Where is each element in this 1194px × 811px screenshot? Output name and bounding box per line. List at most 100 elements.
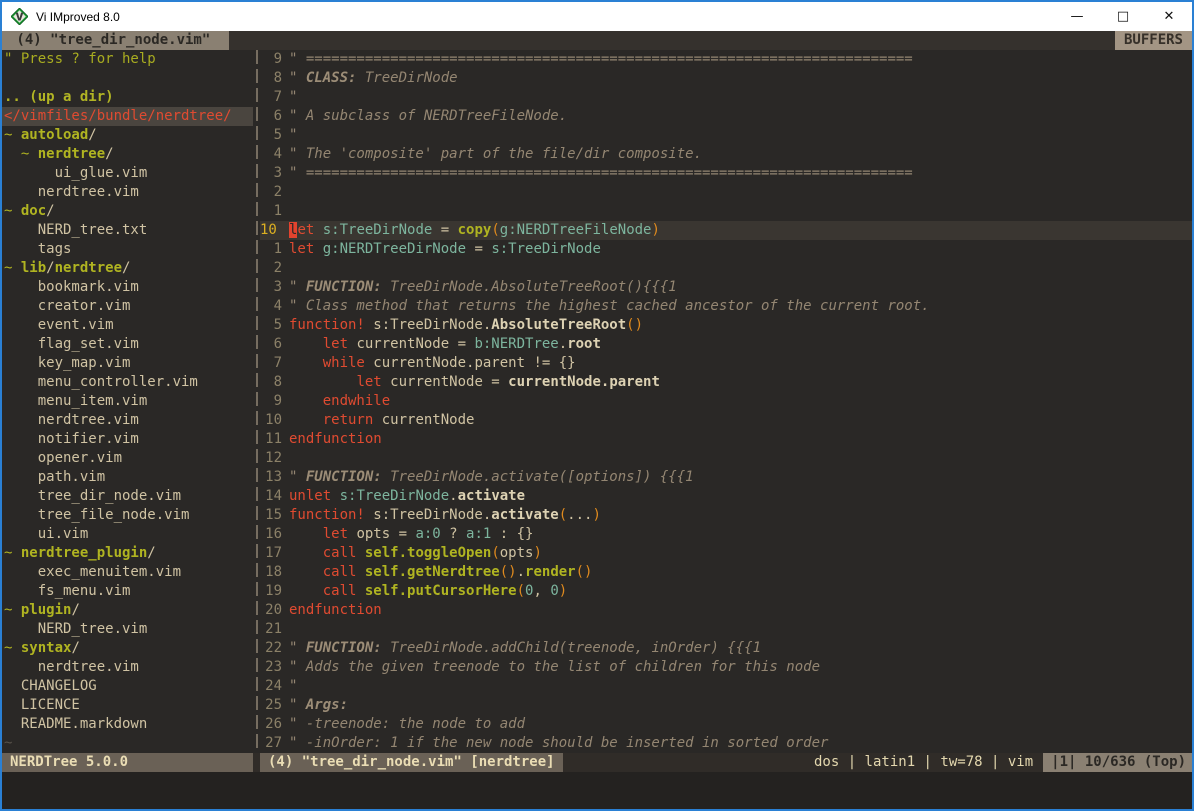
code-line[interactable]: 24" [260, 677, 1192, 696]
code-line[interactable]: 9" =====================================… [260, 50, 1192, 69]
code-line[interactable]: 9 endwhile [260, 392, 1192, 411]
tree-item[interactable]: ui.vim [2, 525, 253, 544]
tree-item[interactable]: nerdtree.vim [2, 411, 253, 430]
code-line[interactable]: 23" Adds the given treenode to the list … [260, 658, 1192, 677]
tree-item[interactable]: creator.vim [2, 297, 253, 316]
code-line[interactable]: 3" FUNCTION: TreeDirNode.AbsoluteTreeRoo… [260, 278, 1192, 297]
text-segment: nerdtree [55, 260, 122, 276]
code-line[interactable]: 14unlet s:TreeDirNode.activate [260, 487, 1192, 506]
tree-item[interactable]: tags [2, 240, 253, 259]
tree-item[interactable]: flag_set.vim [2, 335, 253, 354]
tree-item[interactable]: menu_controller.vim [2, 373, 253, 392]
code-line[interactable]: 4" The 'composite' part of the file/dir … [260, 145, 1192, 164]
tree-item[interactable]: ~ lib/nerdtree/ [2, 259, 253, 278]
maximize-button[interactable]: □ [1100, 2, 1146, 31]
code-line[interactable]: 6" A subclass of NERDTreeFileNode. [260, 107, 1192, 126]
tab-tree-dir-node[interactable]: (4) "tree_dir_node.vim" [2, 31, 229, 50]
command-line[interactable] [2, 772, 1192, 809]
relative-line-number: 24 [260, 677, 282, 696]
tree-item[interactable]: CHANGELOG [2, 677, 253, 696]
relative-line-number: 9 [260, 50, 282, 69]
text-segment: self.toggleOpen [365, 545, 491, 561]
text-segment: return [323, 412, 374, 428]
tree-item[interactable]: nerdtree.vim [2, 183, 253, 202]
code-line[interactable]: 15function! s:TreeDirNode.activate(...) [260, 506, 1192, 525]
tree-item[interactable]: NERD_tree.vim [2, 620, 253, 639]
text-segment: let [323, 336, 348, 352]
code-line[interactable]: 26" -treenode: the node to add [260, 715, 1192, 734]
tree-item[interactable]: notifier.vim [2, 430, 253, 449]
text-segment: / [105, 146, 113, 162]
text-segment: ~ [4, 735, 12, 751]
relative-line-number: 13 [260, 468, 282, 487]
text-segment: " Press ? for help [4, 51, 156, 67]
tree-item[interactable]: key_map.vim [2, 354, 253, 373]
tree-item[interactable]: bookmark.vim [2, 278, 253, 297]
tree-item[interactable]: </vimfiles/bundle/nerdtree/ [2, 107, 253, 126]
code-line[interactable]: 2 [260, 259, 1192, 278]
tree-item[interactable]: ui_glue.vim [2, 164, 253, 183]
code-line[interactable]: 10 return currentNode [260, 411, 1192, 430]
tree-item[interactable]: tree_dir_node.vim [2, 487, 253, 506]
code-line[interactable]: 20endfunction [260, 601, 1192, 620]
code-line[interactable]: 17 call self.toggleOpen(opts) [260, 544, 1192, 563]
tree-item[interactable]: exec_menuitem.vim [2, 563, 253, 582]
tree-item[interactable]: .. (up a dir) [2, 88, 253, 107]
tree-item[interactable]: README.markdown [2, 715, 253, 734]
code-line[interactable]: 10let s:TreeDirNode = copy(g:NERDTreeFil… [260, 221, 1192, 240]
text-segment [331, 488, 339, 504]
code-line[interactable]: 21 [260, 620, 1192, 639]
tree-item[interactable]: event.vim [2, 316, 253, 335]
code-line[interactable]: 7 while currentNode.parent != {} [260, 354, 1192, 373]
tree-item[interactable]: path.vim [2, 468, 253, 487]
code-line[interactable]: 11endfunction [260, 430, 1192, 449]
tree-item[interactable] [2, 69, 253, 88]
tree-item[interactable]: " Press ? for help [2, 50, 253, 69]
tree-item[interactable]: ~ nerdtree_plugin/ [2, 544, 253, 563]
code-line[interactable]: 2 [260, 183, 1192, 202]
title-bar[interactable]: Vi IMproved 8.0 — □ ✕ [2, 2, 1192, 31]
tree-item[interactable]: ~ [2, 734, 253, 753]
buffers-label[interactable]: BUFFERS [1115, 31, 1192, 50]
nerdtree-panel[interactable]: " Press ? for help .. (up a dir)</vimfile… [2, 50, 253, 753]
code-line[interactable]: 8" CLASS: TreeDirNode [260, 69, 1192, 88]
editor-buffer[interactable]: 9" =====================================… [260, 50, 1192, 753]
relative-line-number: 3 [260, 278, 282, 297]
tree-item[interactable]: nerdtree.vim [2, 658, 253, 677]
tree-item[interactable]: ~ nerdtree/ [2, 145, 253, 164]
code-line[interactable]: 19 call self.putCursorHere(0, 0) [260, 582, 1192, 601]
text-segment: CHANGELOG [4, 678, 97, 694]
code-line[interactable]: 8 let currentNode = currentNode.parent [260, 373, 1192, 392]
tree-item[interactable]: opener.vim [2, 449, 253, 468]
code-line[interactable]: 18 call self.getNerdtree().render() [260, 563, 1192, 582]
code-line[interactable]: 27" -inOrder: 1 if the new node should b… [260, 734, 1192, 753]
code-line[interactable]: 5" [260, 126, 1192, 145]
code-line[interactable]: 1 [260, 202, 1192, 221]
code-line[interactable]: 25" Args: [260, 696, 1192, 715]
code-line[interactable]: 6 let currentNode = b:NERDTree.root [260, 335, 1192, 354]
close-button[interactable]: ✕ [1146, 2, 1192, 31]
relative-line-number: 20 [260, 601, 282, 620]
minimize-button[interactable]: — [1054, 2, 1100, 31]
tree-item[interactable]: tree_file_node.vim [2, 506, 253, 525]
tree-item[interactable]: ~ plugin/ [2, 601, 253, 620]
tree-item[interactable]: NERD_tree.txt [2, 221, 253, 240]
code-line[interactable]: 12 [260, 449, 1192, 468]
text-segment: ~ [4, 640, 21, 656]
code-line[interactable]: 1let g:NERDTreeDirNode = s:TreeDirNode [260, 240, 1192, 259]
code-line[interactable]: 7" [260, 88, 1192, 107]
tree-item[interactable]: ~ syntax/ [2, 639, 253, 658]
tree-item[interactable]: ~ autoload/ [2, 126, 253, 145]
text-segment: / [88, 127, 96, 143]
code-line[interactable]: 4" Class method that returns the highest… [260, 297, 1192, 316]
code-line[interactable]: 22" FUNCTION: TreeDirNode.addChild(treen… [260, 639, 1192, 658]
code-line[interactable]: 5function! s:TreeDirNode.AbsoluteTreeRoo… [260, 316, 1192, 335]
code-line[interactable]: 16 let opts = a:0 ? a:1 : {} [260, 525, 1192, 544]
tree-item[interactable]: LICENCE [2, 696, 253, 715]
tree-item[interactable]: ~ doc/ [2, 202, 253, 221]
vertical-split-separator[interactable] [253, 50, 260, 753]
code-line[interactable]: 13" FUNCTION: TreeDirNode.activate([opti… [260, 468, 1192, 487]
tree-item[interactable]: fs_menu.vim [2, 582, 253, 601]
tree-item[interactable]: menu_item.vim [2, 392, 253, 411]
code-line[interactable]: 3" =====================================… [260, 164, 1192, 183]
